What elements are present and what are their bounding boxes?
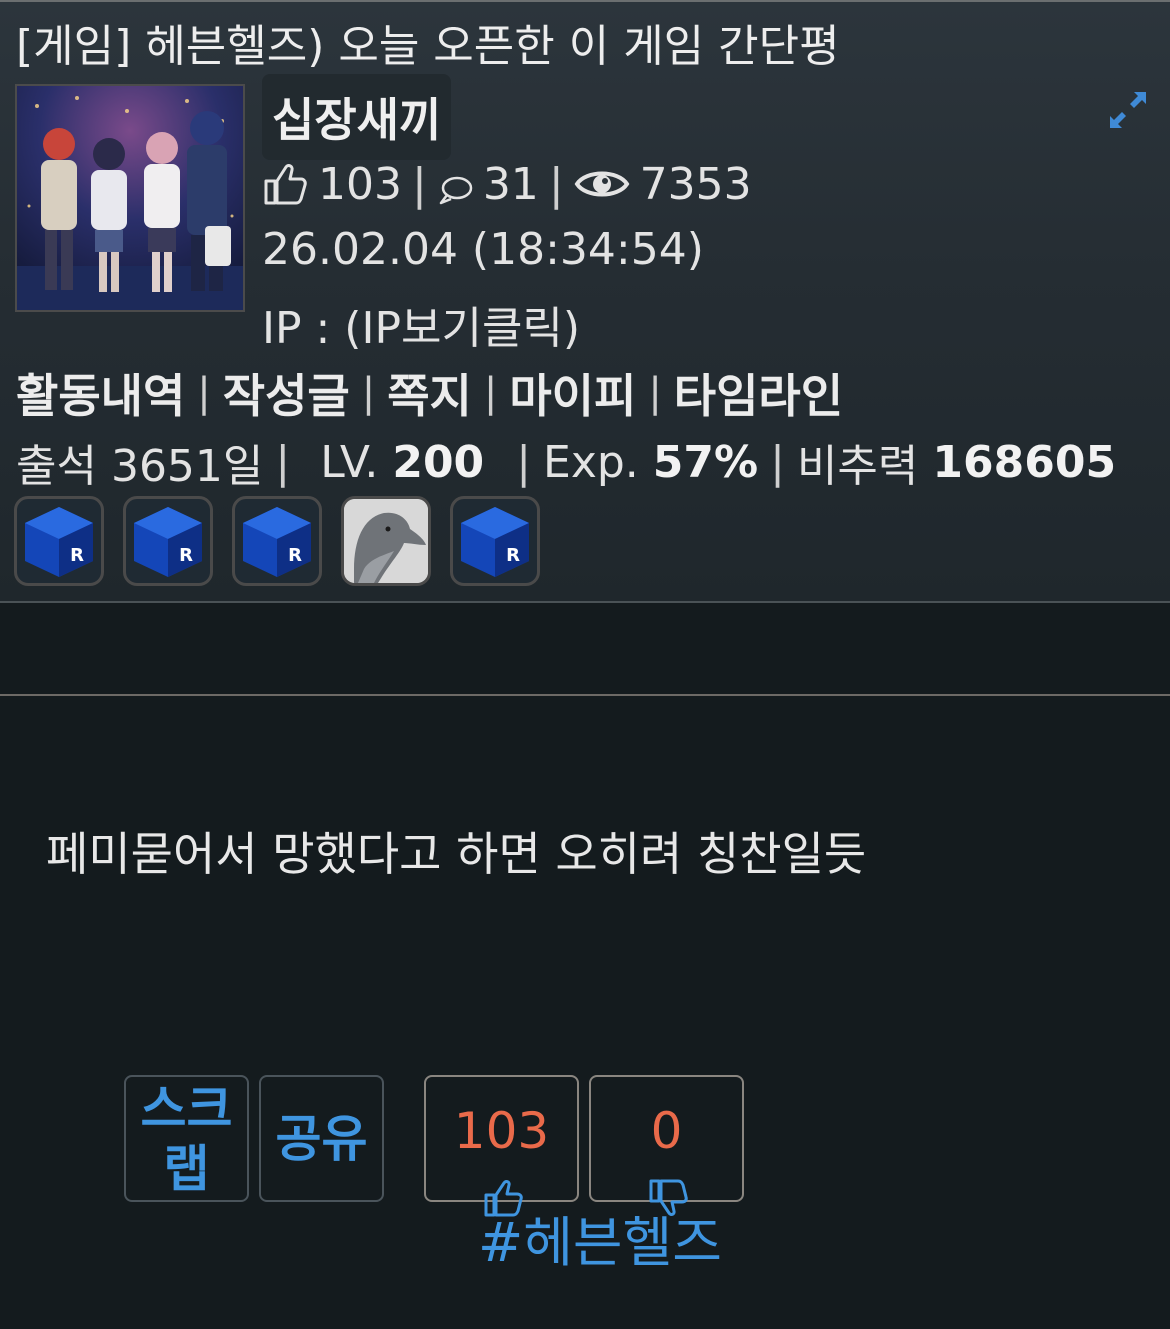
author-nickname-label: 십장새끼 xyxy=(272,93,442,147)
comments-count: 31 xyxy=(482,158,539,210)
menu-activity[interactable]: 활동내역 xyxy=(16,360,185,426)
svg-text:R: R xyxy=(506,545,520,566)
scrap-label: 스크 랩 xyxy=(141,1079,233,1199)
exp-value: 57% xyxy=(652,436,759,488)
menu-separator: | xyxy=(648,370,662,416)
menu-mypi[interactable]: 마이피 xyxy=(509,360,636,426)
eye-icon xyxy=(574,171,630,197)
content-divider xyxy=(0,694,1170,696)
dolphin-icon xyxy=(344,499,428,583)
info-separator: | xyxy=(275,436,291,488)
badge-item[interactable] xyxy=(341,496,431,586)
share-button[interactable]: 공유 xyxy=(259,1075,384,1202)
avatar-illustration xyxy=(17,86,243,310)
share-label: 공유 xyxy=(275,1109,368,1168)
menu-timeline[interactable]: 타임라인 xyxy=(674,360,843,426)
post-tag[interactable]: #헤븐헬즈 xyxy=(478,1198,722,1277)
ip-view-link[interactable]: IP : (IP보기클릭) xyxy=(262,292,580,356)
level-value: 200 xyxy=(392,436,485,488)
views-count: 7353 xyxy=(639,158,752,210)
scrap-button[interactable]: 스크 랩 xyxy=(124,1075,249,1202)
badge-item[interactable]: R xyxy=(232,496,322,586)
post-title: [게임] 헤븐헬즈) 오늘 오픈한 이 게임 간단평 xyxy=(16,21,840,72)
blue-r-cube-icon: R xyxy=(461,507,529,577)
menu-posts[interactable]: 작성글 xyxy=(223,360,350,426)
menu-separator: | xyxy=(197,370,211,416)
svg-text:R: R xyxy=(179,545,193,566)
svg-text:R: R xyxy=(288,545,302,566)
blue-r-cube-icon: R xyxy=(243,507,311,577)
upvote-button[interactable]: 103 xyxy=(424,1075,579,1217)
author-stats: 103 | 31 | 7353 xyxy=(262,154,752,214)
scrap-label-line1: 스크 xyxy=(140,1079,233,1138)
thumbs-up-icon xyxy=(264,164,307,205)
comment-icon xyxy=(439,176,473,205)
downvote-button[interactable]: 0 xyxy=(589,1075,744,1216)
blue-r-cube-icon: R xyxy=(134,507,202,577)
stats-separator: | xyxy=(411,158,427,210)
blue-r-cube-icon: R xyxy=(25,507,93,577)
attendance: 출석 3651일 xyxy=(16,441,264,492)
avatar[interactable] xyxy=(15,84,245,312)
info-separator: | xyxy=(516,436,532,488)
stats-separator: | xyxy=(548,158,564,210)
recommend-value: 168605 xyxy=(932,436,1117,488)
menu-message[interactable]: 쪽지 xyxy=(387,360,472,426)
info-separator: | xyxy=(770,436,785,488)
scrap-label-line2: 랩 xyxy=(163,1139,210,1198)
post-header: [게임] 헤븐헬즈) 오늘 오픈한 이 게임 간단평 십장새끼 103 | 31… xyxy=(0,0,1170,603)
badge-item[interactable]: R xyxy=(14,496,104,586)
likes-count: 103 xyxy=(318,158,402,210)
upvote-count: 103 xyxy=(453,1102,550,1160)
author-nickname[interactable]: 십장새끼 xyxy=(262,74,452,160)
level-label: LV. xyxy=(320,436,379,488)
menu-separator: | xyxy=(361,370,376,416)
badge-item[interactable]: R xyxy=(123,496,213,586)
downvote-count: 0 xyxy=(650,1102,683,1160)
author-level-info: 출석 3651일 | LV. 200 | Exp. 57% | 비추력 1686… xyxy=(16,430,1116,494)
badge-item[interactable]: R xyxy=(450,496,540,586)
recommend-label: 비추력 xyxy=(796,441,919,492)
svg-text:R: R xyxy=(70,545,84,566)
exp-label: Exp. xyxy=(543,436,639,488)
expand-icon[interactable] xyxy=(1108,90,1148,130)
author-menu: 활동내역 | 작성글 | 쪽지 | 마이피 | 타임라인 xyxy=(16,360,843,426)
post-body-text: 페미묻어서 망했다고 하면 오히려 칭찬일듯 xyxy=(46,827,867,881)
menu-separator: | xyxy=(483,370,498,416)
post-datetime: 26.02.04 (18:34:54) xyxy=(262,224,704,275)
